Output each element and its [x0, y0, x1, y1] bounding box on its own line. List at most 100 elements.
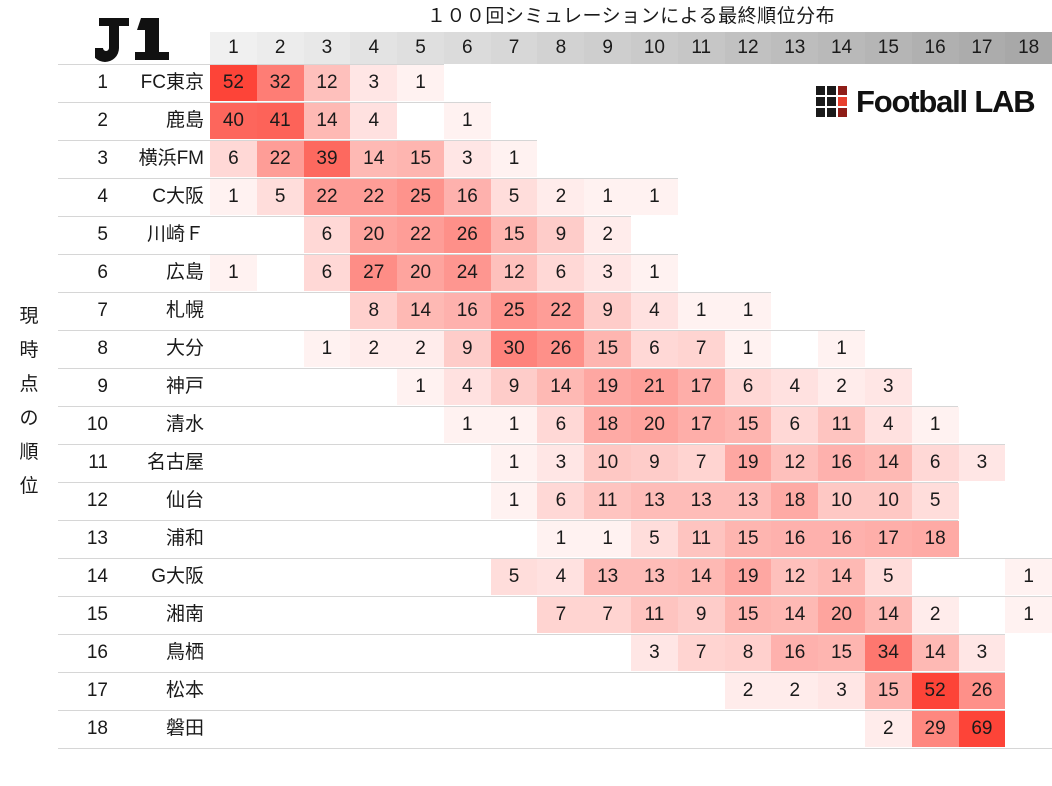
heat-cell-r9-c18 [1005, 369, 1052, 405]
heat-cell-r15-c11: 9 [677, 597, 725, 633]
column-header-9: 9 [584, 32, 632, 64]
heat-cell-r10-c12: 15 [724, 407, 772, 443]
heat-cell-r12-c17 [959, 483, 1006, 519]
heat-cell-r10-c16: 1 [911, 407, 959, 443]
heat-cell-r12-c13: 18 [771, 483, 819, 519]
row-cells: 1 1 5 11 15 16 16 17 18 [210, 520, 1052, 558]
heat-cell-r4-c5: 25 [397, 179, 444, 215]
column-header-15: 15 [864, 32, 912, 64]
row-cells: 1 4 9 14 19 21 17 6 4 2 3 [210, 368, 1052, 406]
heat-cell-r1-c13 [771, 65, 818, 101]
heat-cell-r10-c14: 11 [818, 407, 865, 443]
heat-cell-r17-c15: 15 [864, 673, 912, 709]
heat-cell-r3-c13 [771, 141, 818, 177]
heat-cell-r9-c14: 2 [818, 369, 865, 405]
heat-cell-r5-c16 [912, 217, 959, 253]
heat-cell-r18-c16: 29 [911, 711, 959, 747]
heat-cell-r1-c1: 52 [210, 65, 257, 101]
heat-cell-r11-c17: 3 [958, 445, 1006, 481]
heat-cell-r10-c4 [350, 407, 397, 443]
heat-cell-r12-c5 [397, 483, 444, 519]
row-team-name: 浦和 [165, 528, 204, 549]
heat-cell-r18-c13 [771, 711, 818, 747]
heat-cell-r3-c9 [584, 141, 631, 177]
heat-cell-r7-c3 [304, 293, 351, 329]
row-rank-number: 14 [86, 566, 108, 587]
heat-cell-r6-c15 [865, 255, 912, 291]
heat-cell-r5-c7: 15 [490, 217, 538, 253]
row-team-name: 清水 [165, 414, 204, 435]
heat-cell-r15-c18: 1 [1005, 597, 1052, 633]
heat-cell-r2-c16 [912, 103, 959, 139]
heat-cell-r4-c17 [959, 179, 1006, 215]
column-header-18: 18 [1005, 32, 1052, 64]
heat-cell-r15-c7 [491, 597, 538, 633]
heat-cell-r6-c4: 27 [350, 255, 398, 291]
table-bottom-separator [0, 748, 1052, 786]
heat-cell-r13-c18 [1005, 521, 1052, 557]
heat-cell-r5-c5: 22 [397, 217, 444, 253]
heat-cell-r14-c18: 1 [1005, 559, 1052, 595]
heat-cell-r10-c1 [210, 407, 257, 443]
heat-cell-r18-c6 [444, 711, 491, 747]
heat-cell-r10-c11: 17 [677, 407, 725, 443]
row-cells: 7 7 11 9 15 14 20 14 2 1 [210, 596, 1052, 634]
heat-cell-r18-c9 [584, 711, 631, 747]
heat-cell-r6-c13 [771, 255, 818, 291]
heat-cell-r15-c15: 14 [864, 597, 912, 633]
row-rank-number: 7 [97, 300, 108, 321]
heat-cell-r14-c13: 12 [771, 559, 819, 595]
heat-cell-r12-c1 [210, 483, 257, 519]
heat-cell-r1-c18 [1005, 65, 1052, 101]
rank-distribution-matrix: 1 2 3 4 5 6 7 8 9 10 11 12 13 14 15 16 17 18 1 FC東京 52 32 12 3… [0, 32, 1052, 770]
column-header-8: 8 [537, 32, 585, 64]
heat-cell-r2-c3: 14 [303, 103, 351, 139]
table-row: 10 清水 1 1 6 18 20 17 15 6 11 4 1 [0, 406, 1052, 444]
row-cells: 1 5 22 22 25 16 5 2 1 1 [210, 178, 1052, 216]
heat-cell-r11-c11: 7 [677, 445, 725, 481]
heat-cell-r7-c18 [1005, 293, 1052, 329]
heat-cell-r5-c4: 20 [350, 217, 398, 253]
row-cells: 1 3 10 9 7 19 12 16 14 6 3 [210, 444, 1052, 482]
row-cells: 2 2 3 15 52 26 [210, 672, 1052, 710]
row-team-name: 広島 [165, 262, 204, 283]
table-row: 8 大分 1 2 2 9 30 26 15 6 7 1 1 [0, 330, 1052, 368]
heat-cell-r17-c8 [537, 673, 584, 709]
heat-cell-r1-c16 [912, 65, 959, 101]
heat-cell-r16-c16: 14 [911, 635, 959, 671]
row-cells: 2 29 69 [210, 710, 1052, 748]
heat-cell-r18-c2 [257, 711, 304, 747]
heat-cell-r4-c7: 5 [490, 179, 538, 215]
table-row: 2 鹿島 40 41 14 4 1 [0, 102, 1052, 140]
heat-cell-r8-c18 [1005, 331, 1052, 367]
heat-cell-r5-c10 [631, 217, 678, 253]
heat-cell-r14-c5 [397, 559, 444, 595]
heat-cell-r3-c10 [631, 141, 678, 177]
heat-cell-r14-c1 [210, 559, 257, 595]
column-header-5: 5 [397, 32, 444, 64]
heat-cell-r14-c8: 4 [537, 559, 585, 595]
row-rank-number: 10 [86, 414, 108, 435]
heat-cell-r13-c6 [444, 521, 491, 557]
heat-cell-r10-c18 [1005, 407, 1052, 443]
heat-cell-r16-c2 [257, 635, 304, 671]
heat-cell-r13-c17 [959, 521, 1006, 557]
heat-cell-r8-c7: 30 [490, 331, 538, 367]
heat-cell-r7-c1 [210, 293, 257, 329]
row-team-name: 磐田 [165, 718, 204, 739]
heat-cell-r15-c2 [257, 597, 304, 633]
heat-cell-r13-c15: 17 [864, 521, 912, 557]
heat-cell-r2-c1: 40 [210, 103, 257, 139]
row-cells: 1 2 2 9 30 26 15 6 7 1 1 [210, 330, 1052, 368]
heat-cell-r13-c13: 16 [771, 521, 819, 557]
heat-cell-r11-c16: 6 [911, 445, 959, 481]
heat-cell-r11-c1 [210, 445, 257, 481]
heat-cell-r3-c6: 3 [443, 141, 491, 177]
heat-cell-r14-c3 [304, 559, 351, 595]
heat-cell-r18-c7 [491, 711, 538, 747]
heat-cell-r3-c16 [912, 141, 959, 177]
heat-cell-r17-c11 [678, 673, 725, 709]
heat-cell-r5-c3: 6 [303, 217, 351, 253]
heat-cell-r11-c15: 14 [864, 445, 912, 481]
heat-cell-r4-c1: 1 [210, 179, 257, 215]
